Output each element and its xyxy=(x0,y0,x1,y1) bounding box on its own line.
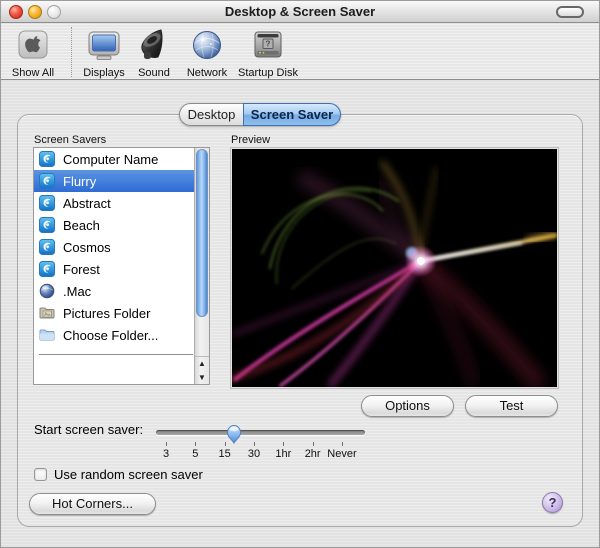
list-item-label: .Mac xyxy=(63,283,92,299)
swirl-icon xyxy=(39,151,55,167)
scrollbar-thumb[interactable] xyxy=(196,149,208,317)
list-item[interactable]: Computer Name xyxy=(34,148,194,170)
flurry-preview-image xyxy=(232,149,557,387)
start-screen-saver-label: Start screen saver: xyxy=(34,422,144,437)
swirl-icon xyxy=(39,239,55,255)
svg-text:?: ? xyxy=(266,40,271,49)
test-button[interactable]: Test xyxy=(465,395,558,417)
list-item-label: Choose Folder... xyxy=(63,327,159,343)
list-item[interactable]: Forest xyxy=(34,258,194,280)
preferences-window: Desktop & Screen Saver Show All Displays… xyxy=(0,0,600,548)
list-item-label: Computer Name xyxy=(63,151,159,167)
list-item[interactable]: .Mac xyxy=(34,280,194,302)
list-separator xyxy=(39,354,193,355)
slider-tick xyxy=(341,442,343,446)
slider-tick xyxy=(283,442,285,446)
toolbar-label-network: Network xyxy=(186,67,228,79)
use-random-label: Use random screen saver xyxy=(54,467,203,482)
toolbar-item-network[interactable]: Network xyxy=(175,28,239,81)
list-item-label: Pictures Folder xyxy=(63,305,151,321)
screen-saver-list: Computer Name Flurry Abstract Beach Cosmos Fo… xyxy=(33,147,210,385)
pictures-folder-icon xyxy=(39,305,55,321)
list-item[interactable]: Beach xyxy=(34,214,194,236)
toolbar-label-startup-disk: Startup Disk xyxy=(238,67,298,79)
list-item[interactable]: Choose Folder... xyxy=(34,324,194,346)
list-item-label: Flurry xyxy=(63,173,97,189)
mac-globe-icon xyxy=(39,283,55,299)
screen-saver-preview xyxy=(231,148,558,388)
toolbar: Show All Displays Sound Network ? Startu… xyxy=(1,24,599,80)
swirl-icon xyxy=(39,195,55,211)
list-item[interactable]: Pictures Folder xyxy=(34,302,194,324)
title-bar: Desktop & Screen Saver xyxy=(1,1,599,23)
screen-saver-rows: Computer Name Flurry Abstract Beach Cosmos Fo… xyxy=(34,148,194,384)
globe-icon xyxy=(175,28,239,62)
help-button[interactable]: ? xyxy=(542,492,563,513)
toolbar-item-show-all[interactable]: Show All xyxy=(1,28,65,81)
tab-desktop[interactable]: Desktop xyxy=(179,103,243,126)
scrollbar-arrows: ▲ ▼ xyxy=(195,356,209,384)
apple-show-all-icon xyxy=(1,28,65,62)
toolbar-label-sound: Sound xyxy=(138,67,170,79)
toolbar-label-show-all: Show All xyxy=(11,67,55,79)
list-item-label: Abstract xyxy=(63,195,111,211)
slider-tick-label: 30 xyxy=(247,448,261,460)
slider-track[interactable] xyxy=(156,430,365,435)
slider-tick-label: 15 xyxy=(218,448,231,460)
toolbar-toggle-button[interactable] xyxy=(556,6,584,18)
list-item[interactable]: Flurry xyxy=(34,170,194,192)
list-scrollbar[interactable]: ▲ ▼ xyxy=(194,148,209,384)
toolbar-label-displays: Displays xyxy=(83,67,125,79)
swirl-icon xyxy=(39,261,55,277)
list-item-label: Forest xyxy=(63,261,100,277)
use-random-checkbox[interactable] xyxy=(34,468,47,481)
slider-tick-label: 2hr xyxy=(304,448,321,460)
list-item[interactable]: Abstract xyxy=(34,192,194,214)
list-item-label: Cosmos xyxy=(63,239,111,255)
slider-thumb[interactable] xyxy=(226,424,242,444)
slider-tick-label: 3 xyxy=(162,448,170,460)
toolbar-item-startup-disk[interactable]: ? Startup Disk xyxy=(236,28,300,81)
slider-tick xyxy=(253,442,255,446)
tab-bar: Desktop Screen Saver xyxy=(179,103,341,126)
swirl-icon xyxy=(39,217,55,233)
hot-corners-button[interactable]: Hot Corners... xyxy=(29,493,156,515)
tab-screen-saver[interactable]: Screen Saver xyxy=(243,103,341,126)
scroll-down-arrow-icon[interactable]: ▼ xyxy=(195,371,209,385)
window-title: Desktop & Screen Saver xyxy=(224,4,376,19)
list-item[interactable]: Cosmos xyxy=(34,236,194,258)
options-button[interactable]: Options xyxy=(361,395,454,417)
swirl-icon xyxy=(39,173,55,189)
slider-tick xyxy=(166,442,167,446)
slider-tick xyxy=(224,442,226,446)
screen-savers-label: Screen Savers xyxy=(34,134,107,146)
slider-tick-label: 1hr xyxy=(275,448,292,460)
slider-tick-label: Never xyxy=(327,448,357,460)
scroll-up-arrow-icon[interactable]: ▲ xyxy=(195,357,209,371)
folder-icon xyxy=(39,327,55,343)
slider-tick-label: 5 xyxy=(192,448,199,460)
disk-icon: ? xyxy=(236,28,300,62)
slider-tick xyxy=(312,442,314,446)
list-item-label: Beach xyxy=(63,217,100,233)
preview-label: Preview xyxy=(231,134,271,146)
slider-tick xyxy=(195,442,197,446)
